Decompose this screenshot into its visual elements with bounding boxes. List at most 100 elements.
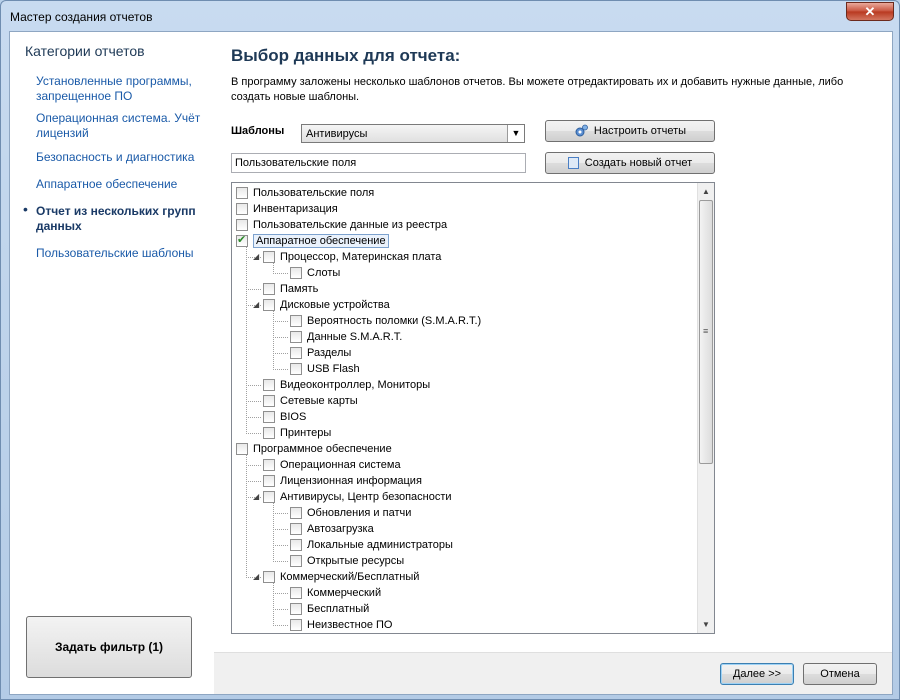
tree-item-label: BIOS — [280, 411, 307, 423]
tree-item-label: Разделы — [307, 347, 352, 359]
scroll-down-icon[interactable]: ▼ — [698, 616, 714, 633]
checkbox[interactable] — [290, 315, 302, 327]
configure-reports-label: Настроить отчеты — [593, 125, 687, 137]
gear-icon — [575, 124, 588, 137]
checkbox[interactable] — [263, 395, 275, 407]
checkbox[interactable] — [263, 251, 275, 263]
new-report-button[interactable]: Создать новый отчет — [545, 152, 715, 174]
template-name-input[interactable] — [231, 153, 526, 173]
grip-icon: ≡ — [703, 326, 709, 336]
tree-item[interactable]: Обновления и патчи — [290, 505, 411, 521]
tree-item[interactable]: Разделы — [290, 345, 351, 361]
tree-item[interactable]: Локальные администраторы — [290, 537, 453, 553]
tree-connector — [273, 561, 288, 562]
title-bar[interactable]: Мастер создания отчетов ✕ — [1, 1, 899, 29]
tree-item[interactable]: Данные S.M.A.R.T. — [290, 329, 402, 345]
tree-item[interactable]: Неизвестное ПО — [290, 617, 392, 633]
tree-item[interactable]: Слоты — [290, 265, 340, 281]
checkbox[interactable] — [290, 539, 302, 551]
chevron-down-icon[interactable]: ▼ — [507, 125, 524, 142]
tree-item-label: Пользовательские данные из реестра — [253, 219, 448, 231]
tree-item[interactable]: Антивирусы, Центр безопасности — [263, 489, 452, 505]
checkbox[interactable] — [290, 363, 302, 375]
tree-item[interactable]: Инвентаризация — [236, 201, 338, 217]
checkbox-checked[interactable] — [236, 233, 248, 247]
tree-connector — [246, 433, 261, 434]
tree-item[interactable]: Пользовательские поля — [236, 185, 374, 201]
tree-item[interactable]: Вероятность поломки (S.M.A.R.T.) — [290, 313, 481, 329]
tree-item-label: Видеоконтроллер, Мониторы — [280, 379, 431, 391]
tree-item-label: Дисковые устройства — [280, 299, 390, 311]
tree-item[interactable]: Процессор, Материнская плата — [263, 249, 441, 265]
checkbox[interactable] — [290, 267, 302, 279]
sidebar-item-hardware[interactable]: Аппаратное обеспечение — [36, 177, 211, 192]
tree-item[interactable]: Память — [263, 281, 318, 297]
checkbox[interactable] — [236, 219, 248, 231]
expand-arrow-icon[interactable]: ◢ — [253, 492, 259, 501]
checkbox[interactable] — [290, 523, 302, 535]
expand-arrow-icon[interactable]: ◢ — [253, 300, 259, 309]
checkbox[interactable] — [236, 187, 248, 199]
sidebar-item-multi-group[interactable]: Отчет из нескольких групп данных — [36, 204, 211, 234]
tree-item[interactable]: Пользовательские данные из реестра — [236, 217, 447, 233]
tree-scrollbar[interactable]: ▲ ≡ ▼ — [697, 183, 714, 633]
tree-item[interactable]: Открытые ресурсы — [290, 553, 404, 569]
tree-connector — [273, 321, 288, 322]
tree-item[interactable]: BIOS — [263, 409, 306, 425]
checkbox[interactable] — [263, 475, 275, 487]
tree-item[interactable]: Коммерческий/Бесплатный — [263, 569, 419, 585]
tree-item-label: USB Flash — [307, 363, 360, 375]
tree-connector — [273, 369, 288, 370]
description-text: В программу заложены несколько шаблонов … — [231, 76, 844, 103]
next-button[interactable]: Далее >> — [720, 663, 794, 685]
checkbox[interactable] — [263, 299, 275, 311]
tree-item[interactable]: Дисковые устройства — [263, 297, 390, 313]
page-title: Выбор данных для отчета: — [231, 46, 461, 65]
checkbox[interactable] — [290, 331, 302, 343]
expand-arrow-icon[interactable]: ◢ — [253, 252, 259, 261]
tree-item[interactable]: Принтеры — [263, 425, 331, 441]
scrollbar-thumb[interactable]: ≡ — [699, 200, 713, 464]
tree-item[interactable]: Программное обеспечение — [236, 441, 392, 457]
checkbox[interactable] — [290, 603, 302, 615]
wizard-window: Мастер создания отчетов ✕ Категории отче… — [0, 0, 900, 700]
expand-arrow-icon[interactable]: ◢ — [253, 572, 259, 581]
checkbox[interactable] — [263, 411, 275, 423]
checkbox[interactable] — [236, 443, 248, 455]
checkbox[interactable] — [290, 347, 302, 359]
checkbox[interactable] — [263, 283, 275, 295]
checkbox[interactable] — [290, 507, 302, 519]
sidebar-item-installed-programs[interactable]: Установленные программы, запрещенное ПО — [36, 74, 211, 104]
scroll-up-icon[interactable]: ▲ — [698, 183, 714, 200]
templates-dropdown[interactable]: Антивирусы ▼ — [301, 124, 525, 143]
checkbox[interactable] — [236, 203, 248, 215]
tree-connector — [273, 583, 274, 626]
checkbox[interactable] — [290, 587, 302, 599]
tree-item[interactable]: Видеоконтроллер, Мониторы — [263, 377, 430, 393]
checkbox[interactable] — [263, 459, 275, 471]
close-button[interactable]: ✕ — [846, 2, 894, 21]
sidebar-item-os-licenses[interactable]: Операционная система. Учёт лицензий — [36, 111, 211, 141]
footer: Далее >> Отмена — [214, 652, 892, 694]
tree-item[interactable]: USB Flash — [290, 361, 360, 377]
tree-item[interactable]: Операционная система — [263, 457, 401, 473]
cancel-button[interactable]: Отмена — [803, 663, 877, 685]
checkbox[interactable] — [263, 491, 275, 503]
sidebar-item-security[interactable]: Безопасность и диагностика — [36, 150, 211, 165]
tree-item[interactable]: Автозагрузка — [290, 521, 374, 537]
tree-item[interactable]: Лицензионная информация — [263, 473, 422, 489]
sidebar-item-user-templates[interactable]: Пользовательские шаблоны — [36, 246, 211, 261]
tree-item[interactable]: Аппаратное обеспечение — [236, 233, 389, 249]
configure-reports-button[interactable]: Настроить отчеты — [545, 120, 715, 142]
checkbox[interactable] — [263, 379, 275, 391]
data-tree: ▲ ≡ ▼ Пользовательские поля Инвентаризаци… — [231, 182, 715, 634]
tree-item[interactable]: Сетевые карты — [263, 393, 358, 409]
tree-item-label: Неизвестное ПО — [307, 619, 393, 631]
checkbox[interactable] — [263, 571, 275, 583]
tree-item[interactable]: Бесплатный — [290, 601, 369, 617]
checkbox[interactable] — [263, 427, 275, 439]
set-filter-button[interactable]: Задать фильтр (1) — [26, 616, 192, 678]
checkbox[interactable] — [290, 619, 302, 631]
checkbox[interactable] — [290, 555, 302, 567]
tree-item[interactable]: Коммерческий — [290, 585, 381, 601]
